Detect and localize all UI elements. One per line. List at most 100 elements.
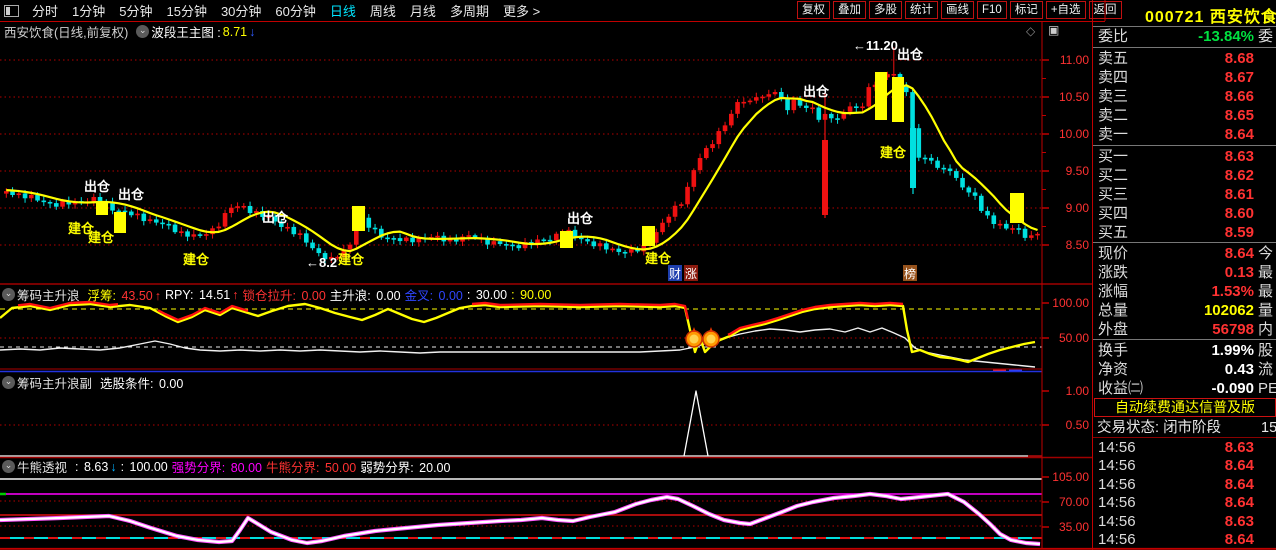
signal-box-marker: [875, 72, 887, 120]
menu-item-30分钟[interactable]: 30分钟: [221, 4, 261, 19]
candle: [922, 157, 928, 160]
row-extra: 量: [1258, 302, 1274, 319]
ask-row[interactable]: 卖三 8.66: [1097, 87, 1276, 106]
row-label: 买一: [1098, 148, 1129, 165]
candle: [816, 107, 822, 120]
chevron-down-icon[interactable]: ⌄: [2, 376, 15, 389]
menu-item-日线[interactable]: 日线: [330, 4, 356, 19]
stock-name: 西安饮食: [1209, 9, 1276, 26]
panel-window-icon[interactable]: ▣: [1048, 23, 1059, 37]
toolbar-button-叠加[interactable]: 叠加: [833, 1, 866, 19]
row-extra: 最: [1258, 264, 1274, 281]
candle: [616, 248, 622, 252]
row-label: 买二: [1098, 167, 1129, 184]
tick-row: 14:56 8.64: [1097, 475, 1276, 494]
row-value: -0.090: [1211, 380, 1254, 397]
toolbar-button-标记[interactable]: 标记: [1009, 1, 1043, 19]
candle: [935, 160, 940, 168]
row-label: 外盘: [1098, 321, 1129, 338]
candle: [29, 194, 34, 199]
candle: [629, 249, 634, 253]
indicator-field: 选股条件: 0.00: [100, 373, 185, 392]
bid-row[interactable]: 买五 8.59: [1097, 223, 1276, 242]
menu-item-1分钟[interactable]: 1分钟: [72, 4, 105, 19]
ask-row[interactable]: 卖五 8.68: [1097, 49, 1276, 68]
menu-item-月线[interactable]: 月线: [410, 4, 436, 19]
menu-item-15分钟[interactable]: 15分钟: [166, 4, 206, 19]
candle: [154, 219, 159, 223]
field-value: 100.00: [129, 459, 168, 474]
row-value: 0.43: [1224, 361, 1254, 378]
candle: [835, 118, 840, 120]
ask-row[interactable]: 卖一 8.64: [1097, 125, 1276, 144]
stat-row: 外盘 56798 内: [1097, 320, 1276, 339]
bid-row[interactable]: 买四 8.60: [1097, 204, 1276, 223]
candle: [597, 243, 603, 247]
toolbar-button-复权[interactable]: 复权: [797, 1, 830, 19]
row-value: 8.64: [1224, 457, 1254, 475]
golden-cross-marker-core: [706, 334, 716, 344]
candle: [960, 177, 965, 188]
candle: [760, 96, 765, 99]
toolbar-button-F10[interactable]: F10: [977, 1, 1007, 19]
chart-annotation: ←11.20: [853, 38, 898, 53]
p3-axis-label: 0.50: [1066, 418, 1090, 432]
chevron-down-icon[interactable]: ⌄: [2, 460, 15, 473]
candle: [966, 187, 972, 193]
field-value: 14.51: [198, 287, 231, 302]
ask-row[interactable]: 卖二 8.65: [1097, 106, 1276, 125]
indicator-field: 浮筹: 43.50 ↑: [88, 285, 163, 304]
chevron-down-icon[interactable]: ⌄: [136, 25, 150, 38]
ask-row[interactable]: 卖四 8.67: [1097, 68, 1276, 87]
candle: [4, 191, 9, 194]
subscription-notice[interactable]: 自动续费通达信普及版: [1094, 398, 1276, 417]
candle: [179, 231, 184, 233]
toolbar-button-画线[interactable]: 画线: [941, 1, 974, 19]
window-icon[interactable]: [4, 4, 19, 17]
row-value: 8.60: [1224, 205, 1254, 222]
indicator-field: 强势分界: 80.00: [172, 457, 264, 476]
tick-row: 14:56 8.64: [1097, 493, 1276, 512]
row-label: 卖二: [1098, 107, 1129, 124]
indicator-field: 牛熊分界: 50.00: [266, 457, 358, 476]
row-label: 买四: [1098, 205, 1129, 222]
p2-yellow-line: [0, 302, 1036, 364]
golden-cross-flame: [692, 327, 696, 332]
row-label: 卖五: [1098, 50, 1129, 67]
bid-row[interactable]: 买三 8.61: [1097, 185, 1276, 204]
row-value: 8.63: [1224, 512, 1254, 530]
menu-item-更多 >[interactable]: 更多 >: [503, 4, 540, 19]
toolbar-button-+自选[interactable]: +自选: [1045, 1, 1086, 19]
down-arrow-icon: ↓: [249, 24, 256, 39]
menu-item-多周期[interactable]: 多周期: [450, 4, 489, 19]
candle: [866, 87, 872, 107]
candle: [747, 100, 753, 103]
signal-box-marker: [96, 202, 108, 215]
toolbar-button-返回[interactable]: 返回: [1088, 1, 1122, 19]
menu-item-分时[interactable]: 分时: [32, 4, 58, 19]
chevron-down-icon[interactable]: ⌄: [2, 288, 15, 301]
row-label: 卖四: [1098, 69, 1129, 86]
field-value: 0.00: [158, 377, 184, 391]
bid-row[interactable]: 买二 8.62: [1097, 166, 1276, 185]
candle: [397, 238, 403, 242]
p2-red-line: [471, 301, 690, 320]
stock-title: 000721 西安饮食: [1145, 3, 1276, 27]
indicator-label: 波段王主图 :: [151, 26, 221, 40]
menu-item-5分钟[interactable]: 5分钟: [119, 4, 152, 19]
toolbar-button-统计[interactable]: 统计: [905, 1, 938, 19]
diamond-icon[interactable]: ◇: [1026, 24, 1035, 38]
menu-item-60分钟[interactable]: 60分钟: [275, 4, 315, 19]
candle: [47, 201, 53, 204]
signal-box-marker: [1010, 193, 1024, 223]
toolbar-button-多股[interactable]: 多股: [869, 1, 902, 19]
row-value: 8.64: [1224, 531, 1254, 548]
field-value: 80.00: [230, 461, 262, 475]
candle: [366, 217, 372, 228]
p2-axis-label: 50.00: [1059, 331, 1089, 345]
indicator-field: : 30.00: [467, 288, 509, 302]
field-value: 0.00: [376, 289, 401, 303]
row-label: 涨跌: [1098, 264, 1129, 281]
bid-row[interactable]: 买一 8.63: [1097, 147, 1276, 166]
menu-item-周线[interactable]: 周线: [370, 4, 396, 19]
